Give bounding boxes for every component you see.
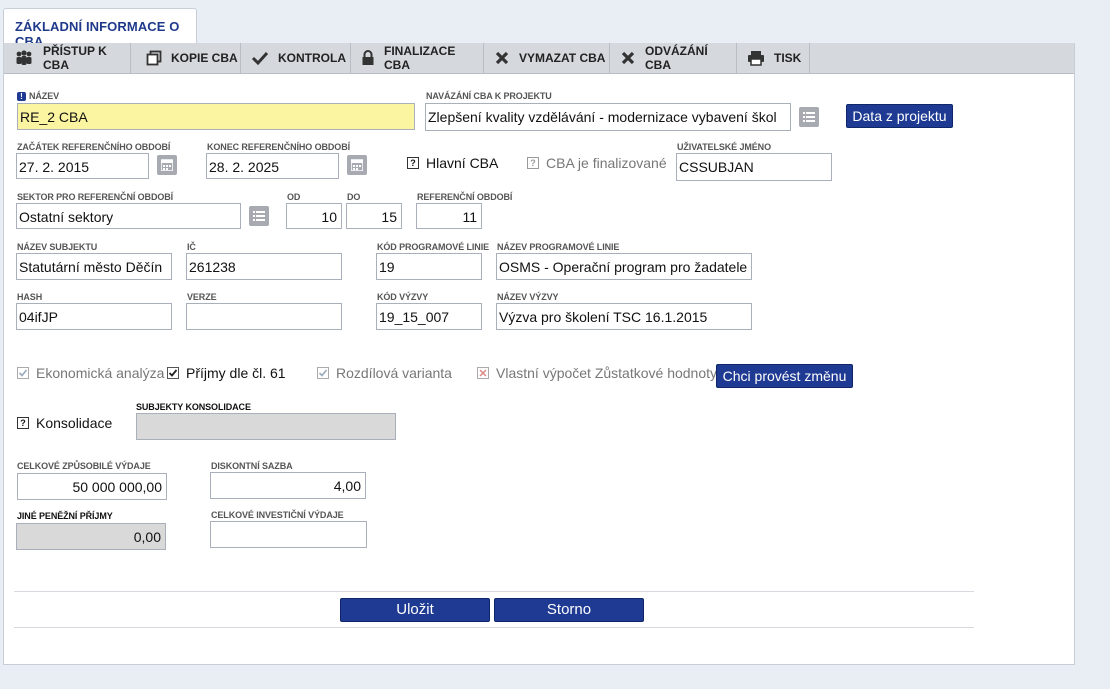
own-residual-checkbox [477,367,489,379]
sector-input[interactable]: Ostatní sektory [16,203,241,229]
calendar-icon[interactable] [347,155,367,175]
username-input[interactable]: CSSUBJAN [676,153,832,181]
consolidation-subjects-input [136,413,396,440]
subject-name-input[interactable]: Statutární město Děčín [16,253,172,280]
required-icon: ! [17,92,26,101]
program-code-input[interactable]: 19 [376,253,482,280]
save-button[interactable]: Uložit [340,598,490,622]
page-scrollbar[interactable] [1095,0,1110,689]
consolidation-label: Konsolidace [36,415,113,431]
finalize-cba-button[interactable]: FINALIZACE CBA [351,43,484,73]
income-art61-checkbox[interactable] [167,367,179,379]
version-label: VERZE [187,292,217,302]
cancel-button[interactable]: Storno [494,598,644,622]
username-label: UŽIVATELSKÉ JMÉNO [677,142,771,152]
form-panel [3,43,1075,665]
call-name-label: NÁZEV VÝZVY [497,292,559,302]
cba-finalized-label: CBA je finalizované [546,155,667,171]
ref-start-label: ZAČÁTEK REFERENČNÍHO OBDOBÍ [17,142,171,152]
main-cba-label: Hlavní CBA [426,155,499,171]
ref-period-input: 11 [416,203,482,229]
eligible-expenses-label: CELKOVÉ ZPŮSOBILÉ VÝDAJE [17,461,151,471]
divider [14,627,974,628]
print-button[interactable]: TISK [737,43,810,73]
ic-label: IČ [187,242,196,252]
lock-icon [362,50,374,65]
name-label: NÁZEV [29,91,60,101]
to-label: DO [347,192,361,202]
delete-cba-button[interactable]: VYMAZAT CBA [484,43,610,73]
other-income-input: 0,00 [16,523,166,550]
cross-icon [479,369,487,377]
check-button[interactable]: KONTROLA [241,43,351,73]
call-name-input[interactable]: Výzva pro školení TSC 16.1.2015 [496,303,752,330]
ref-period-label: REFERENČNÍ OBDOBÍ [417,192,513,202]
income-art61-label: Příjmy dle čl. 61 [186,365,286,381]
call-code-input[interactable]: 19_15_007 [376,303,482,330]
change-button[interactable]: Chci provést změnu [716,364,853,388]
to-input[interactable]: 15 [346,203,402,229]
checkmark-icon [18,369,28,377]
consolidation-checkbox[interactable]: ? [17,417,29,429]
users-icon [16,50,32,65]
access-cba-label: PŘÍSTUP K CBA [43,44,107,72]
program-code-label: KÓD PROGRAMOVÉ LINIE [377,242,490,252]
tab-basic-info[interactable]: ZÁKLADNÍ INFORMACE O CBA [3,8,197,49]
copy-icon [146,50,162,66]
investment-expenses-input[interactable] [210,521,367,548]
list-icon[interactable] [249,206,269,226]
hash-label: HASH [17,292,43,302]
main-cba-checkbox[interactable]: ? [407,157,419,169]
discount-rate-label: DISKONTNÍ SAZBA [211,461,293,471]
copy-cba-label: KOPIE CBA [171,51,238,65]
subject-name-label: NÁZEV SUBJEKTU [17,242,98,252]
unlink-cba-label: ODVÁZÁNÍ CBA [645,44,708,72]
data-from-project-button[interactable]: Data z projektu [846,104,953,128]
cba-finalized-checkbox: ? [527,157,539,169]
program-name-label: NÁZEV PROGRAMOVÉ LINIE [497,242,620,252]
access-cba-button[interactable]: PŘÍSTUP K CBA [4,43,131,73]
ref-end-input[interactable]: 28. 2. 2025 [206,153,339,179]
checkmark-icon [168,369,178,377]
program-name-input[interactable]: OSMS - Operační program pro žadatele [496,253,752,280]
sector-label: SEKTOR PRO REFERENČNÍ OBDOBÍ [17,192,174,202]
toolbar: PŘÍSTUP K CBA KOPIE CBA KONTROLA FINALIZ… [4,43,1074,74]
delete-icon [495,51,509,65]
from-label: OD [287,192,301,202]
project-link-input[interactable]: Zlepšení kvality vzdělávání - modernizac… [425,103,791,131]
delete-cba-label: VYMAZAT CBA [519,51,606,65]
copy-cba-button[interactable]: KOPIE CBA [136,43,241,73]
divider [14,591,974,592]
calendar-icon[interactable] [157,155,177,175]
unlink-icon [621,51,635,65]
from-input[interactable]: 10 [286,203,342,229]
eligible-expenses-input[interactable]: 50 000 000,00 [17,473,167,500]
discount-rate-input[interactable]: 4,00 [210,472,366,499]
check-label: KONTROLA [278,51,346,65]
print-label: TISK [774,51,802,65]
ref-start-input[interactable]: 27. 2. 2015 [16,153,149,179]
other-income-label: JINÉ PENĚŽNÍ PŘÍJMY [17,511,113,521]
hash-input[interactable]: 04ifJP [16,303,172,330]
unlink-cba-button[interactable]: ODVÁZÁNÍ CBA [610,43,737,73]
own-residual-label: Vlastní výpočet Zůstatkové hodnoty [496,365,718,381]
investment-expenses-label: CELKOVÉ INVESTIČNÍ VÝDAJE [211,510,344,520]
ic-input[interactable]: 261238 [186,253,342,280]
project-link-label: NAVÁZÁNÍ CBA K PROJEKTU [426,91,552,101]
checkmark-icon [318,369,328,377]
economic-analysis-label: Ekonomická analýza [36,365,165,381]
version-input[interactable] [186,303,342,330]
finalize-cba-label: FINALIZACE CBA [384,44,456,72]
differential-variant-label: Rozdílová varianta [336,365,452,381]
list-icon[interactable] [799,107,819,127]
call-code-label: KÓD VÝZVY [377,292,429,302]
consolidation-subjects-label: SUBJEKTY KONSOLIDACE [136,402,251,412]
name-input[interactable]: RE_2 CBA [17,103,415,130]
differential-variant-checkbox [317,367,329,379]
checkmark-icon [251,51,269,66]
printer-icon [748,51,764,66]
ref-end-label: KONEC REFERENČNÍHO OBDOBÍ [207,142,351,152]
economic-analysis-checkbox [17,367,29,379]
